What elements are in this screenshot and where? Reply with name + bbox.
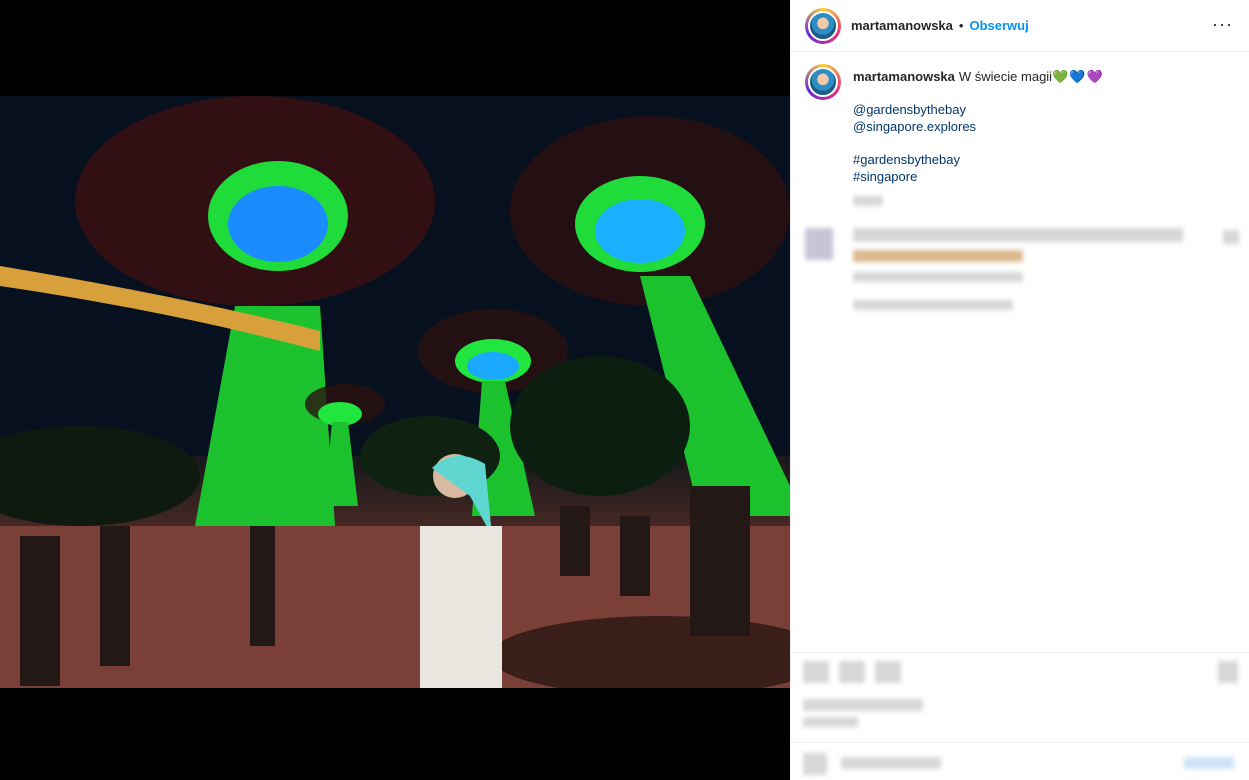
post-photo[interactable]	[0, 96, 790, 688]
comment-icon[interactable]	[839, 661, 865, 683]
comment-like-icon[interactable]	[1223, 230, 1239, 244]
emoji-icon[interactable]	[803, 753, 827, 775]
caption-text: W świecie magii	[958, 69, 1053, 84]
comment-text-blurred	[853, 228, 1183, 242]
caption-timestamp-blurred	[853, 196, 883, 206]
caption-body: martamanowska W świecie magii💚💙💜 @gardens…	[853, 64, 1104, 210]
bookmark-icon[interactable]	[1218, 661, 1238, 683]
caption-username[interactable]: martamanowska	[853, 69, 955, 84]
post-date-blurred	[803, 717, 858, 727]
post-side-panel: martamanowska • Obserwuj ··· martamanows…	[790, 0, 1249, 780]
heart-icon[interactable]	[803, 661, 829, 683]
comment-meta-blurred	[853, 272, 1023, 282]
post-comment-button[interactable]	[1184, 757, 1234, 769]
heart-emojis: 💚💙💜	[1052, 69, 1104, 84]
action-bar	[791, 652, 1249, 735]
likes-count-blurred[interactable]	[803, 699, 923, 711]
hashtag-link[interactable]: #singapore	[853, 168, 1104, 185]
more-options-icon[interactable]: ···	[1212, 14, 1233, 35]
comment-item	[791, 228, 1249, 310]
commenter-avatar-blurred[interactable]	[805, 228, 833, 260]
post-media	[0, 0, 790, 780]
comment-input-blurred[interactable]	[841, 757, 941, 769]
view-replies-blurred[interactable]	[853, 300, 1013, 310]
mention-link[interactable]: @gardensbythebay	[853, 101, 1104, 118]
comment-text-blurred	[853, 250, 1023, 262]
hashtag-link[interactable]: #gardensbythebay	[853, 151, 1104, 168]
caption-avatar[interactable]	[805, 64, 841, 100]
mention-link[interactable]: @singapore.explores	[853, 118, 1104, 135]
separator-dot: •	[958, 18, 964, 33]
author-avatar[interactable]	[805, 7, 841, 44]
post-header: martamanowska • Obserwuj ···	[791, 0, 1249, 52]
add-comment-bar	[791, 742, 1249, 780]
avatar-image	[808, 10, 838, 41]
avatar-image	[808, 67, 838, 97]
caption: martamanowska W świecie magii💚💙💜 @gardens…	[791, 52, 1249, 210]
supertree-photo-illustration	[0, 96, 790, 688]
share-icon[interactable]	[875, 661, 901, 683]
follow-button[interactable]: Obserwuj	[969, 18, 1028, 33]
author-username[interactable]: martamanowska	[851, 18, 953, 33]
